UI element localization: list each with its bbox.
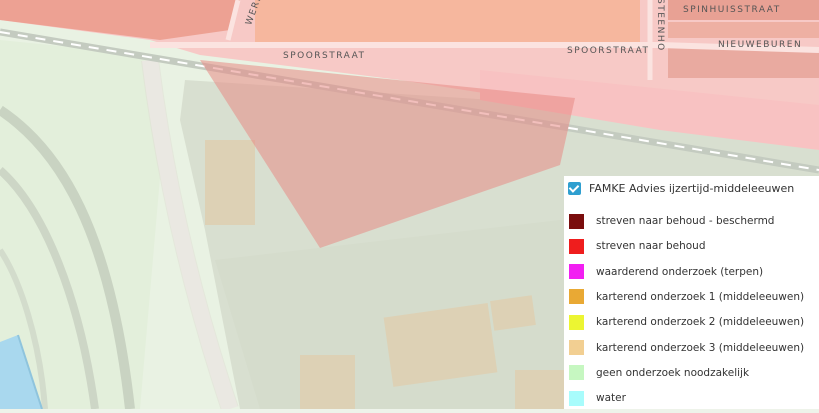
legend-swatch [569,264,584,280]
legend-label: geen onderzoek noodzakelijk [596,366,750,379]
legend-swatch [569,365,584,381]
legend-label: water [596,392,626,405]
building-1 [205,140,255,225]
label-spoorstraat-east: SPOORSTRAAT [567,46,650,56]
legend-swatch [569,238,584,254]
label-spinhuisstraat: SPINHUISSTRAAT [683,5,781,15]
legend-label: karterend onderzoek 2 (middeleeuwen) [596,316,805,329]
block-salmon-centre [255,0,640,48]
building-4 [300,355,355,409]
legend-header[interactable]: FAMKE Advies ijzertijd-middeleeuwen [564,176,794,200]
label-spoorstraat-west: SPOORSTRAAT [283,51,366,61]
layer-checkbox[interactable] [568,181,581,195]
block-salmon-ne-3 [668,48,819,78]
legend-item: karterend onderzoek 3 (middeleeuwen) [569,340,804,356]
legend-swatch [569,289,584,305]
label-nieuweburen: NIEUWEBUREN [718,40,802,50]
legend-label: karterend onderzoek 1 (middeleeuwen) [596,290,805,303]
building-5 [515,370,565,409]
legend-swatch [569,340,584,355]
legend-item: streven naar behoud - beschermd [569,213,774,229]
label-steenho: STEENHO [655,0,665,52]
legend-item: karterend onderzoek 2 (middeleeuwen) [569,314,804,330]
legend-label: waarderend onderzoek (terpen) [596,265,764,278]
legend-item: waarderend onderzoek (terpen) [569,264,763,280]
legend-swatch [569,390,584,406]
legend-swatch [569,213,584,229]
legend-item: geen onderzoek noodzakelijk [569,365,749,381]
legend-swatch [569,314,584,330]
building-3 [490,295,536,331]
building-2 [383,302,498,387]
legend-item: water [569,390,626,406]
legend-item: karterend onderzoek 1 (middeleeuwen) [569,289,804,305]
legend-title: FAMKE Advies ijzertijd-middeleeuwen [589,181,795,195]
legend-label: streven naar behoud - beschermd [596,215,775,227]
legend-label: karterend onderzoek 3 (middeleeuwen) [596,341,805,354]
block-salmon-ne-2 [668,22,819,38]
legend-item: streven naar behoud [569,238,706,254]
legend-label: streven naar behoud [596,240,706,253]
map-legend: FAMKE Advies ijzertijd-middeleeuwen stre… [564,176,819,409]
